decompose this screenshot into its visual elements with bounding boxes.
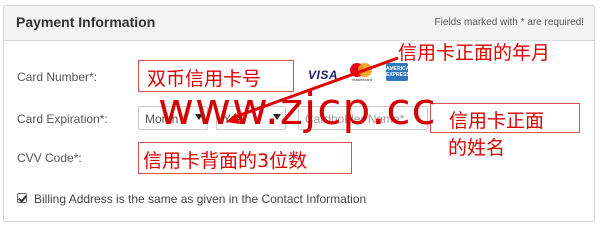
cvv-code-label: CVV Code*: [17,151,82,165]
expiry-annotation: 信用卡正面的年月 [398,42,551,64]
card-number-label: Card Number*: [17,70,98,84]
card-expiration-label: Card Expiration*: [17,112,108,126]
cardholder-annotation-line1: 信用卡正面 [449,110,545,132]
billing-same-label: Billing Address is the same as given in … [34,192,367,206]
cardholder-annotation-line2: 的姓名 [448,137,506,159]
checkmark-icon [18,193,27,203]
watermark-text: www.zjcp.cc [158,84,437,135]
panel-title: Payment Information [16,14,156,30]
mastercard-logo: mastercard [348,63,374,82]
cvv-annotation: 信用卡背面的3位数 [143,150,308,172]
panel-header: Payment Information Fields marked with *… [4,6,594,41]
cvv-annotation-box: 信用卡背面的3位数 [138,142,352,174]
billing-same-checkbox[interactable] [17,193,27,203]
required-fields-note: Fields marked with * are required! [434,17,584,28]
visa-logo: VISA [308,68,339,82]
cardholder-annotation-box: 信用卡正面 [430,103,580,133]
mastercard-caption: mastercard [351,77,372,82]
amex-logo: AMERICAN EXPRESS [386,63,413,81]
